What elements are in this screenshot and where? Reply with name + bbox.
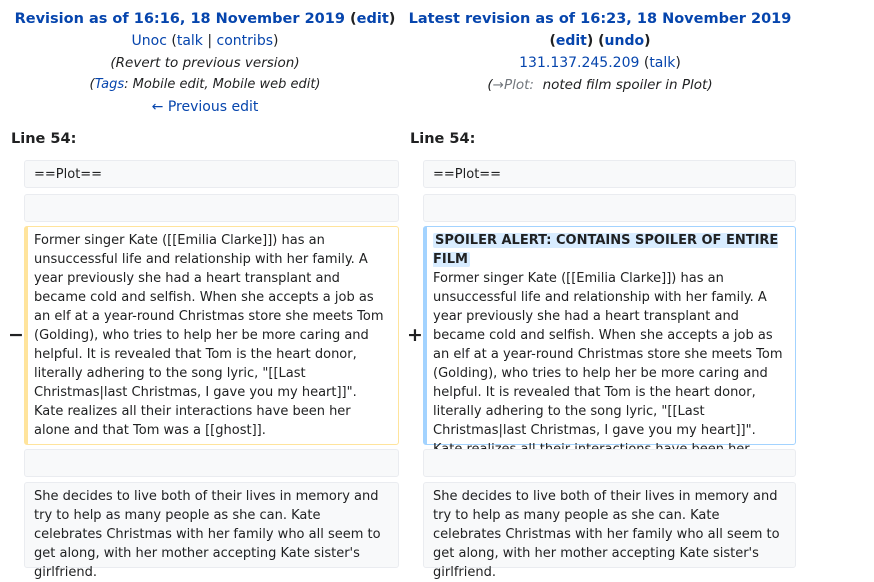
new-empty-context-line-2 bbox=[423, 449, 796, 477]
inserted-spoiler-text: SPOILER ALERT: CONTAINS SPOILER OF ENTIR… bbox=[433, 233, 779, 267]
new-revision-link[interactable]: Latest revision as of 16:23, 18 November… bbox=[409, 11, 792, 27]
deleted-line-marker: − bbox=[8, 324, 24, 346]
old-context-paragraph: She decides to live both of their lives … bbox=[24, 482, 399, 580]
new-empty-context-line bbox=[423, 194, 796, 222]
old-user-link[interactable]: Unoc bbox=[132, 33, 167, 49]
new-edit-link[interactable]: edit bbox=[556, 33, 587, 49]
old-edit-link[interactable]: edit bbox=[357, 11, 389, 27]
deleted-paragraph: Former singer Kate ([[Emilia Clarke]]) h… bbox=[24, 226, 399, 445]
added-line-marker: + bbox=[407, 324, 423, 346]
old-contribs-link[interactable]: contribs bbox=[217, 33, 273, 49]
new-edit-summary: (→Plot: noted film spoiler in Plot) bbox=[487, 77, 713, 93]
tags-link[interactable]: Tags bbox=[95, 77, 125, 92]
old-revision-link[interactable]: Revision as of 16:16, 18 November 2019 bbox=[15, 11, 345, 27]
old-revision-header: Revision as of 16:16, 18 November 2019 (… bbox=[0, 8, 410, 118]
old-context-line: ==Plot== bbox=[24, 160, 399, 188]
new-talk-link[interactable]: talk bbox=[649, 55, 675, 71]
old-line-number: Line 54: bbox=[11, 131, 77, 147]
old-empty-context-line bbox=[24, 194, 399, 222]
new-context-line: ==Plot== bbox=[423, 160, 796, 188]
new-revision-header: Latest revision as of 16:23, 18 November… bbox=[400, 8, 800, 96]
new-user-link[interactable]: 131.137.245.209 bbox=[519, 55, 639, 71]
old-talk-link[interactable]: talk bbox=[177, 33, 203, 49]
new-context-paragraph: She decides to live both of their lives … bbox=[423, 482, 796, 580]
old-tags: (Tags: Mobile edit, Mobile web edit) bbox=[89, 77, 321, 92]
added-paragraph-text: Former singer Kate ([[Emilia Clarke]]) h… bbox=[433, 271, 783, 476]
added-paragraph: SPOILER ALERT: CONTAINS SPOILER OF ENTIR… bbox=[423, 226, 796, 476]
section-link[interactable]: →Plot: bbox=[493, 77, 534, 93]
new-line-number: Line 54: bbox=[410, 131, 476, 147]
previous-edit-link[interactable]: ← Previous edit bbox=[152, 99, 259, 115]
old-edit-summary: (Revert to previous version) bbox=[110, 55, 300, 71]
old-empty-context-line-2 bbox=[24, 449, 399, 477]
undo-link[interactable]: undo bbox=[605, 33, 645, 49]
